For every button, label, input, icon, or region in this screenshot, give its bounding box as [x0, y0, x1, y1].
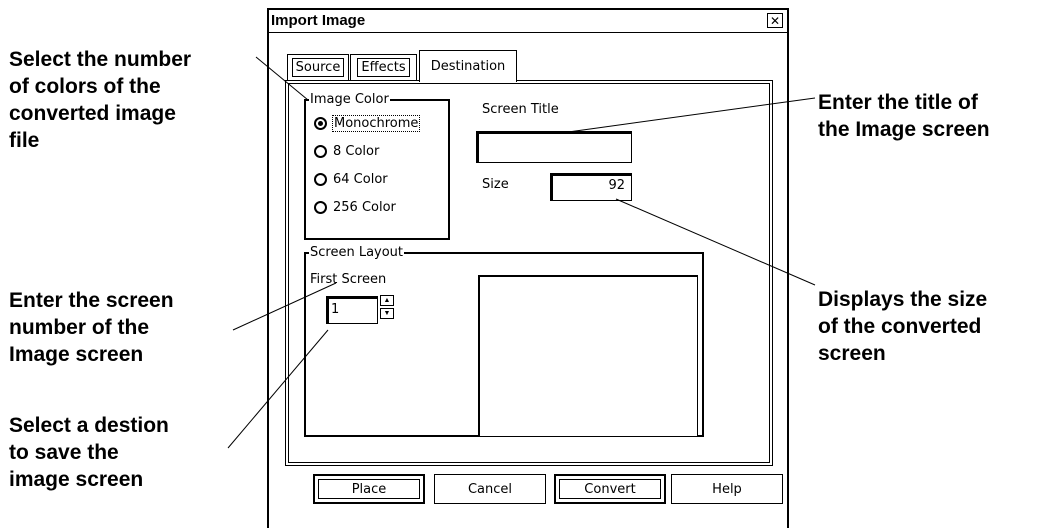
callout-line: Image screen — [9, 343, 144, 366]
image-color-group: Image Color Monochrome 8 Color 64 Color … — [304, 92, 450, 240]
tab-destination[interactable]: Destination — [419, 50, 517, 82]
cancel-button[interactable]: Cancel — [434, 474, 546, 504]
callout-colors: Select the number of colors of the conve… — [9, 46, 191, 154]
help-button[interactable]: Help — [671, 474, 783, 504]
callout-line: Enter the title of — [818, 91, 978, 114]
callout-line: the Image screen — [818, 118, 990, 141]
image-color-legend: Image Color — [310, 92, 389, 107]
first-screen-label: First Screen — [310, 272, 387, 287]
destination-panel: Image Color Monochrome 8 Color 64 Color … — [285, 80, 773, 466]
screen-layout-group: Screen Layout First Screen 1 ▲ ▼ — [304, 245, 704, 437]
radio-label: 256 Color — [333, 200, 396, 215]
callout-line: Enter the screen — [9, 289, 174, 312]
tab-source[interactable]: Source — [287, 54, 349, 80]
radio-256-color[interactable]: 256 Color — [314, 200, 396, 215]
radio-unchecked-icon — [314, 145, 327, 158]
callout-screen-number: Enter the screen number of the Image scr… — [9, 287, 174, 368]
close-icon: ✕ — [769, 13, 781, 28]
button-label: Help — [712, 481, 742, 497]
callout-line: of colors of the — [9, 75, 161, 98]
spin-up-button[interactable]: ▲ — [380, 295, 394, 306]
screen-preview — [478, 275, 698, 437]
callout-line: image screen — [9, 468, 144, 491]
screen-title-input[interactable] — [476, 131, 632, 163]
callout-title: Enter the title of the Image screen — [818, 89, 990, 143]
title-bar: Import Image ✕ — [269, 10, 787, 33]
callout-size: Displays the size of the converted scree… — [818, 286, 987, 367]
close-button[interactable]: ✕ — [767, 13, 783, 28]
radio-label: 64 Color — [333, 172, 388, 187]
radio-monochrome[interactable]: Monochrome — [314, 115, 421, 132]
callout-destination: Select a destion to save the image scree… — [9, 412, 169, 493]
radio-unchecked-icon — [314, 173, 327, 186]
size-field: 92 — [550, 173, 632, 201]
callout-line: screen — [818, 342, 886, 365]
convert-button[interactable]: Convert — [554, 474, 666, 504]
callout-line: to save the — [9, 441, 119, 464]
screen-title-label: Screen Title — [482, 102, 559, 117]
button-label: Place — [318, 479, 420, 499]
tab-label: Effects — [357, 58, 410, 77]
place-button[interactable]: Place — [313, 474, 425, 504]
chevron-up-icon: ▲ — [383, 297, 391, 304]
callout-line: converted image — [9, 102, 176, 125]
radio-label: Monochrome — [331, 115, 421, 132]
tab-label: Destination — [430, 59, 506, 74]
radio-unchecked-icon — [314, 201, 327, 214]
tab-label: Source — [291, 58, 345, 77]
radio-8-color[interactable]: 8 Color — [314, 144, 379, 159]
import-image-dialog: Import Image ✕ Source Effects Destinatio… — [267, 8, 789, 528]
callout-line: number of the — [9, 316, 149, 339]
screen-layout-legend: Screen Layout — [310, 245, 404, 260]
first-screen-input[interactable]: 1 — [326, 296, 378, 324]
callout-line: file — [9, 129, 40, 152]
button-label: Convert — [559, 479, 661, 499]
button-label: Cancel — [467, 481, 513, 497]
tab-effects[interactable]: Effects — [350, 54, 417, 80]
radio-64-color[interactable]: 64 Color — [314, 172, 388, 187]
size-label: Size — [482, 177, 509, 192]
dialog-title: Import Image — [271, 12, 366, 29]
callout-line: Select a destion — [9, 414, 169, 437]
callout-line: Displays the size — [818, 288, 988, 311]
radio-label: 8 Color — [333, 144, 380, 159]
spin-down-button[interactable]: ▼ — [380, 308, 394, 319]
chevron-down-icon: ▼ — [383, 310, 391, 317]
callout-line: of the converted — [818, 315, 982, 338]
radio-checked-icon — [314, 117, 327, 130]
callout-line: Select the number — [9, 48, 192, 71]
